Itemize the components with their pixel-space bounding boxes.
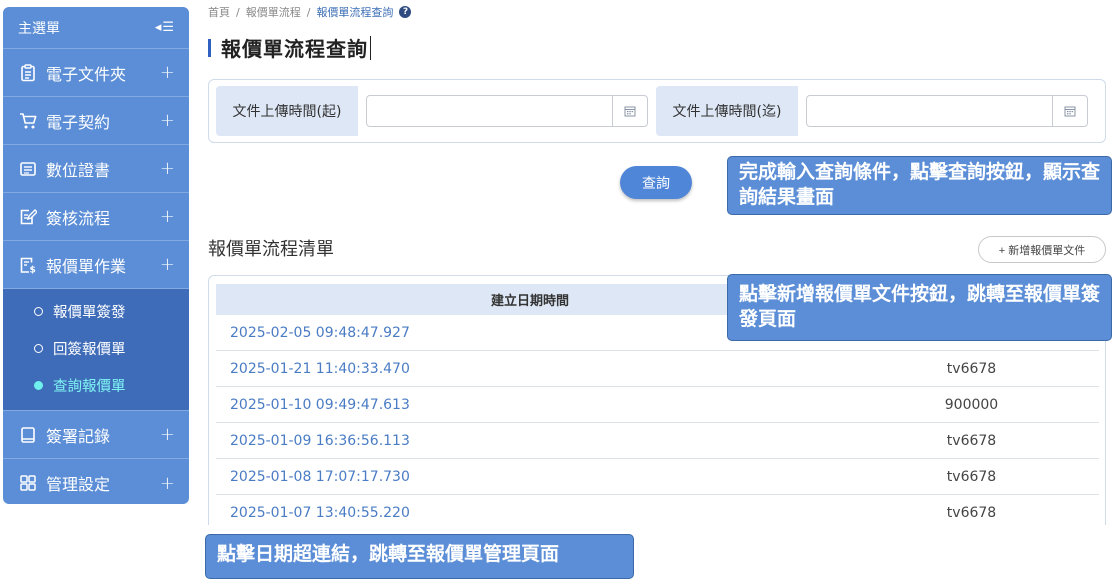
clipboard-icon xyxy=(18,63,38,83)
sidebar-subitem-quote-issue[interactable]: 報價單簽發 xyxy=(3,293,189,330)
breadcrumb-home[interactable]: 首頁 xyxy=(208,4,230,20)
row-user: tv6678 xyxy=(946,504,997,521)
breadcrumb-quote-flow[interactable]: 報價單流程 xyxy=(246,4,301,20)
table-row: 2025-01-07 13:40:55.220 tv6678 xyxy=(216,495,1099,525)
radio-dot-icon xyxy=(34,344,43,353)
calendar-icon[interactable] xyxy=(1052,96,1087,126)
expand-plus-icon[interactable]: + xyxy=(160,110,175,131)
table-row: 2025-01-10 09:49:47.613 900000 xyxy=(216,387,1099,423)
list-title: 報價單流程清單 xyxy=(208,239,334,260)
book-icon xyxy=(18,425,38,445)
sidebar-item-approval-flow[interactable]: 簽核流程 + xyxy=(3,193,189,241)
sidebar-item-label: 簽署記錄 xyxy=(46,426,111,446)
sidebar-item-certificate[interactable]: 數位證書 + xyxy=(3,145,189,193)
page-title-text: 報價單流程查詢 xyxy=(221,37,368,61)
radio-dot-icon xyxy=(34,307,43,316)
cart-icon xyxy=(18,111,38,131)
sidebar-subitem-label: 回簽報價單 xyxy=(53,342,126,358)
sidebar-collapse-icon[interactable]: ◂☰ xyxy=(155,20,175,35)
created-at-link[interactable]: 2025-01-07 13:40:55.220 xyxy=(216,505,844,521)
app-root: 主選單 ◂☰ 電子文件夾 + 電子契約 + 數位證書 + 簽核流程 + $ 報價… xyxy=(0,0,1115,587)
table-row: 2025-01-09 16:36:56.113 tv6678 xyxy=(216,423,1099,459)
sidebar-submenu: 報價單簽發 回簽報價單 查詢報價單 xyxy=(3,289,189,411)
created-at-link[interactable]: 2025-01-21 11:40:33.470 xyxy=(216,361,844,377)
table-row: 2025-01-08 17:07:17.730 tv6678 xyxy=(216,459,1099,495)
sidebar-item-label: 報價單作業 xyxy=(46,256,127,276)
breadcrumb-separator: / xyxy=(236,5,240,19)
callout-query-instruction: 完成輸入查詢條件，點擊查詢按鈕，顯示查詢結果畫面 xyxy=(727,156,1112,215)
sidebar-subitem-query-quote[interactable]: 查詢報價單 xyxy=(3,367,189,404)
end-date-label: 文件上傳時間(迄) xyxy=(656,86,798,136)
end-date-field[interactable] xyxy=(806,95,1088,127)
text-cursor xyxy=(370,35,371,60)
sidebar-item-label: 電子契約 xyxy=(46,112,111,132)
query-button[interactable]: 查詢 xyxy=(620,166,692,199)
expand-plus-icon[interactable]: + xyxy=(160,473,175,494)
callout-date-link-instruction: 點擊日期超連結，跳轉至報價單管理頁面 xyxy=(205,534,634,579)
grid-icon xyxy=(18,473,38,493)
sidebar-subitem-label: 報價單簽發 xyxy=(53,305,126,321)
sidebar: 主選單 ◂☰ 電子文件夾 + 電子契約 + 數位證書 + 簽核流程 + $ 報價… xyxy=(3,7,189,504)
sidebar-subitem-label: 查詢報價單 xyxy=(53,379,126,395)
add-quote-document-button[interactable]: + 新增報價單文件 xyxy=(978,236,1106,263)
sidebar-item-sign-records[interactable]: 簽署記錄 + xyxy=(3,411,189,459)
title-accent-bar xyxy=(208,38,211,57)
sidebar-item-label: 管理設定 xyxy=(46,475,111,494)
expand-plus-icon[interactable]: + xyxy=(160,206,175,227)
start-date-input[interactable] xyxy=(367,96,612,126)
expand-plus-icon[interactable]: + xyxy=(160,424,175,445)
sidebar-subitem-return-quote[interactable]: 回簽報價單 xyxy=(3,330,189,367)
edit-document-icon xyxy=(18,207,38,227)
breadcrumb-separator: / xyxy=(306,5,311,19)
row-user: tv6678 xyxy=(946,432,997,449)
created-at-link[interactable]: 2025-01-09 16:36:56.113 xyxy=(216,433,844,449)
start-date-field[interactable] xyxy=(366,95,648,127)
sidebar-item-quote-ops[interactable]: $ 報價單作業 + xyxy=(3,241,189,289)
active-dot-icon xyxy=(34,381,43,390)
expand-plus-icon[interactable]: + xyxy=(160,254,175,275)
sidebar-item-e-contract[interactable]: 電子契約 + xyxy=(3,97,189,145)
created-at-link[interactable]: 2025-01-08 17:07:17.730 xyxy=(216,469,844,485)
end-date-input[interactable] xyxy=(807,96,1052,126)
search-row: 文件上傳時間(起) 文件上傳時間(迄) xyxy=(216,86,1088,136)
row-user: tv6678 xyxy=(946,468,997,485)
quote-dollar-icon: $ xyxy=(18,255,38,275)
row-user: tv6678 xyxy=(946,360,997,377)
created-at-link[interactable]: 2025-01-10 09:49:47.613 xyxy=(216,397,844,413)
svg-text:$: $ xyxy=(30,265,36,274)
table-row: 2025-01-21 11:40:33.470 tv6678 xyxy=(216,351,1099,387)
search-panel: 文件上傳時間(起) 文件上傳時間(迄) xyxy=(208,79,1106,143)
page-title: 報價單流程查詢 xyxy=(208,33,371,62)
start-date-label: 文件上傳時間(起) xyxy=(216,86,358,136)
expand-plus-icon[interactable]: + xyxy=(160,158,175,179)
calendar-icon[interactable] xyxy=(612,96,647,126)
sidebar-title: 主選單 xyxy=(18,20,60,37)
help-icon[interactable]: ? xyxy=(399,6,412,18)
sidebar-item-settings[interactable]: 管理設定 + xyxy=(3,459,189,504)
certificate-icon xyxy=(18,159,38,179)
sidebar-item-label: 電子文件夾 xyxy=(46,64,127,84)
expand-plus-icon[interactable]: + xyxy=(160,62,175,83)
callout-add-instruction: 點擊新增報價單文件按鈕，跳轉至報價單簽發頁面 xyxy=(727,274,1112,341)
row-user: 900000 xyxy=(944,396,999,413)
sidebar-item-label: 簽核流程 xyxy=(46,208,111,228)
breadcrumb: 首頁 / 報價單流程 / 報價單流程查詢 ? xyxy=(208,4,412,20)
breadcrumb-current: 報價單流程查詢 xyxy=(316,6,394,19)
sidebar-header: 主選單 ◂☰ xyxy=(3,7,189,49)
sidebar-item-e-folder[interactable]: 電子文件夾 + xyxy=(3,49,189,97)
sidebar-item-label: 數位證書 xyxy=(46,160,111,180)
